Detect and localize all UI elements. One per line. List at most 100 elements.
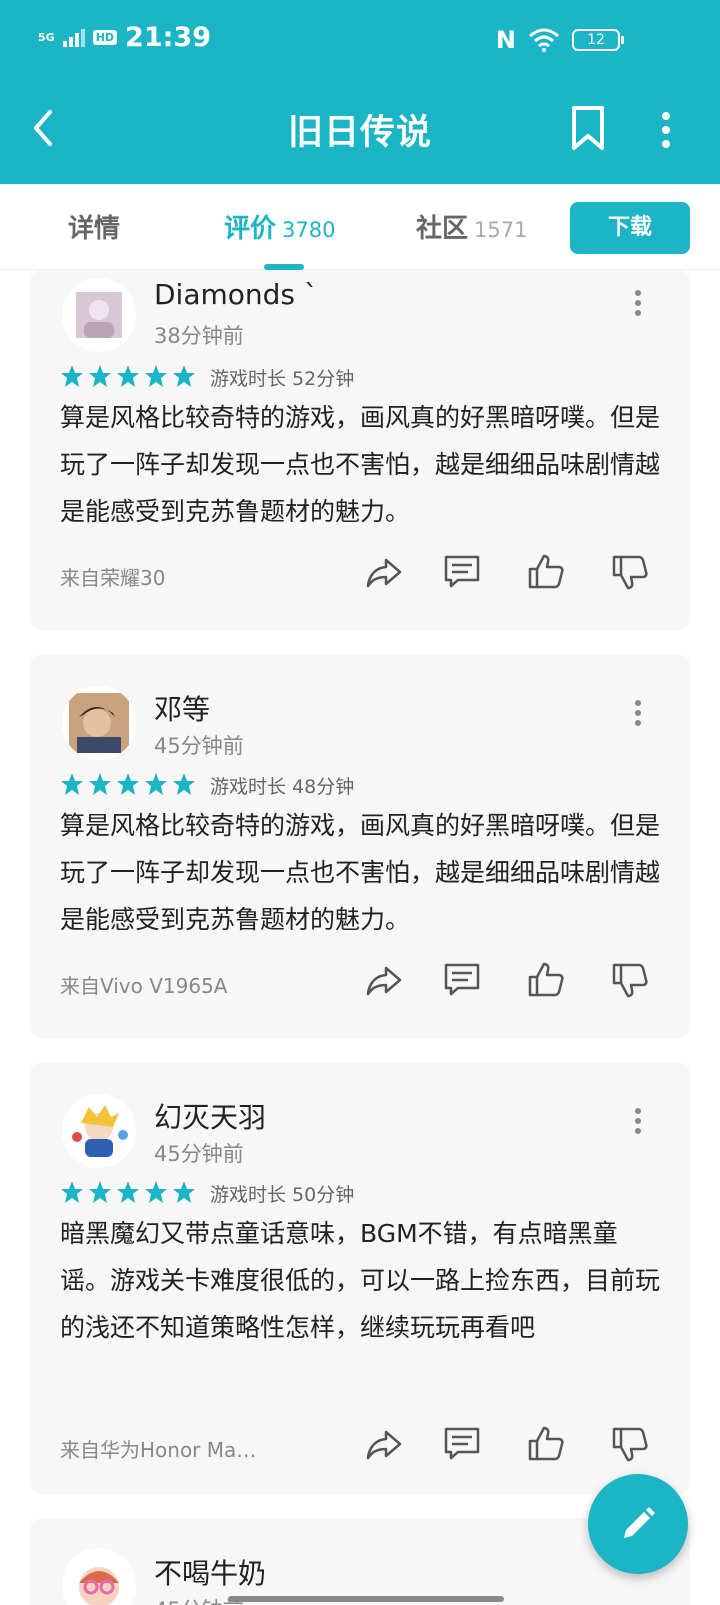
review-text[interactable]: 算是风格比较奇特的游戏，画风真的好黑暗呀噗。但是玩了一阵子却发现一点也不害怕，越…: [60, 802, 660, 943]
comment-icon: [444, 555, 480, 588]
user-avatar-icon: [79, 1567, 119, 1605]
review-card: 幻灭天羽 45分钟前 游戏时长 50分钟 暗黑魔幻又带点童话意味，BGM不错，有…: [30, 1062, 690, 1494]
thumbs-down-icon: [612, 1427, 648, 1462]
like-button[interactable]: [526, 1424, 570, 1468]
tab-label: 评价: [224, 214, 277, 244]
tab-bar: 详情 评价 3780 社区 1571 下载: [0, 184, 720, 270]
bookmark-icon: [572, 106, 604, 150]
star-icon: [145, 365, 167, 387]
app-header: 5G HD 21:39 N 12 旧日传说: [0, 0, 720, 184]
tab-label: 详情: [68, 214, 121, 244]
review-card: Diamonds ` 38分钟前 游戏时长 52分钟 算是风格比较奇特的游戏，画…: [30, 270, 690, 630]
star-icon: [89, 1181, 111, 1203]
thumbs-down-icon: [612, 555, 648, 590]
review-more-button[interactable]: [628, 696, 648, 730]
write-review-button[interactable]: [588, 1474, 688, 1574]
clock: 21:39: [125, 22, 211, 53]
device-source: 来自荣耀30: [60, 566, 166, 590]
share-icon: [366, 558, 402, 588]
bookmark-button[interactable]: [566, 104, 614, 156]
star-icon: [89, 365, 111, 387]
battery-indicator: 12: [572, 29, 624, 51]
star-icon: [117, 773, 139, 795]
dislike-button[interactable]: [610, 1424, 654, 1468]
thumbs-up-icon: [528, 554, 564, 589]
more-vertical-icon: [635, 1108, 641, 1134]
comment-icon: [444, 963, 480, 996]
comment-button[interactable]: [442, 552, 486, 596]
avatar[interactable]: [62, 1094, 136, 1168]
share-icon: [366, 966, 402, 996]
more-vertical-icon: [662, 112, 670, 148]
status-bar: 5G HD 21:39 N 12: [0, 0, 720, 80]
signal-bars-icon: [62, 28, 85, 47]
comment-icon: [444, 1427, 480, 1460]
user-avatar-icon: [76, 292, 122, 338]
tab-details[interactable]: 详情: [68, 208, 120, 245]
like-button[interactable]: [526, 960, 570, 1004]
avatar[interactable]: [62, 1548, 136, 1605]
review-card: 邓等 45分钟前 游戏时长 48分钟 算是风格比较奇特的游戏，画风真的好黑暗呀噗…: [30, 654, 690, 1038]
pencil-icon: [624, 1507, 655, 1538]
username[interactable]: 幻灭天羽: [154, 1096, 266, 1136]
star-icon: [145, 1181, 167, 1203]
tab-count: 3780: [282, 218, 336, 242]
playtime: 游戏时长 50分钟: [210, 1184, 355, 1206]
dislike-button[interactable]: [610, 960, 654, 1004]
comment-button[interactable]: [442, 960, 486, 1004]
review-text[interactable]: 算是风格比较奇特的游戏，画风真的好黑暗呀噗。但是玩了一阵子却发现一点也不害怕，越…: [60, 394, 660, 535]
review-text[interactable]: 暗黑魔幻又带点童话意味，BGM不错，有点暗黑童谣。游戏关卡难度很低的，可以一路上…: [60, 1210, 660, 1351]
share-button[interactable]: [364, 960, 408, 1004]
playtime: 游戏时长 52分钟: [210, 368, 355, 390]
username[interactable]: 邓等: [154, 688, 210, 728]
comment-button[interactable]: [442, 1424, 486, 1468]
dislike-button[interactable]: [610, 552, 654, 596]
download-button[interactable]: 下载: [570, 202, 690, 254]
device-source: 来自华为Honor Ma…: [60, 1438, 257, 1462]
share-button[interactable]: [364, 552, 408, 596]
review-time: 45分钟前: [154, 1142, 244, 1166]
star-icon: [117, 365, 139, 387]
thumbs-down-icon: [612, 963, 648, 998]
tab-label: 社区: [416, 214, 469, 244]
avatar[interactable]: [62, 686, 136, 760]
star-icon: [173, 1181, 195, 1203]
signal-indicator: 5G: [38, 31, 55, 44]
username[interactable]: 不喝牛奶: [154, 1552, 266, 1592]
hd-badge: HD: [92, 30, 118, 45]
share-icon: [366, 1430, 402, 1460]
wifi-icon: [529, 28, 559, 52]
star-icon: [173, 773, 195, 795]
star-icon: [61, 365, 83, 387]
thumbs-up-icon: [528, 1426, 564, 1461]
review-more-button[interactable]: [628, 1104, 648, 1138]
user-avatar-icon: [72, 1105, 128, 1157]
nfc-icon: N: [495, 26, 516, 54]
review-time: 38分钟前: [154, 324, 244, 348]
tab-community[interactable]: 社区 1571: [416, 208, 527, 245]
playtime: 游戏时长 48分钟: [210, 776, 355, 798]
home-indicator: [228, 1596, 504, 1602]
star-icon: [61, 773, 83, 795]
more-vertical-icon: [635, 290, 641, 316]
thumbs-up-icon: [528, 962, 564, 997]
review-time: 45分钟前: [154, 734, 244, 758]
star-icon: [61, 1181, 83, 1203]
tab-reviews[interactable]: 评价 3780: [224, 208, 335, 245]
rating-stars: [60, 1180, 196, 1204]
avatar[interactable]: [62, 278, 136, 352]
like-button[interactable]: [526, 552, 570, 596]
tab-count: 1571: [474, 218, 528, 242]
username[interactable]: Diamonds `: [154, 278, 318, 311]
review-more-button[interactable]: [628, 286, 648, 320]
user-avatar-icon: [69, 693, 129, 753]
share-button[interactable]: [364, 1424, 408, 1468]
more-options-button[interactable]: [648, 104, 684, 156]
star-icon: [117, 1181, 139, 1203]
rating-stars: [60, 772, 196, 796]
star-icon: [89, 773, 111, 795]
star-icon: [173, 365, 195, 387]
star-icon: [145, 773, 167, 795]
more-vertical-icon: [635, 700, 641, 726]
device-source: 来自Vivo V1965A: [60, 974, 228, 998]
